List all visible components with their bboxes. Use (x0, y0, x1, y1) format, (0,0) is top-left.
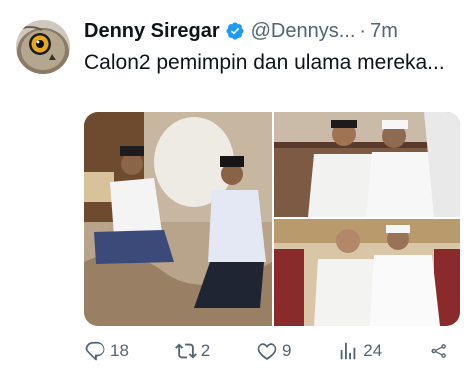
views-count: 24 (363, 341, 383, 360)
tweet-media-grid (84, 112, 460, 326)
media-photo-3[interactable] (274, 219, 460, 326)
retweet-icon (174, 343, 197, 359)
verified-badge-icon (225, 21, 245, 41)
share-icon (431, 344, 446, 358)
like-button[interactable]: 9 (256, 340, 291, 362)
author-handle[interactable]: @Dennys... (251, 20, 356, 43)
reply-button[interactable]: 18 (84, 340, 129, 362)
retweet-button[interactable]: 2 (174, 340, 211, 362)
tweet-header: Denny Siregar @Dennys... · 7m (84, 16, 460, 46)
author-avatar[interactable] (16, 20, 70, 74)
author-display-name[interactable]: Denny Siregar (84, 20, 220, 43)
views-chart-icon (340, 342, 356, 360)
tweet-text: Calon2 pemimpin dan ulama mereka... (84, 51, 445, 74)
heart-icon (257, 343, 277, 360)
retweet-count: 2 (200, 341, 211, 360)
reply-icon (85, 341, 105, 361)
owl-avatar-icon (16, 20, 70, 74)
tweet-timestamp[interactable]: 7m (370, 20, 398, 43)
views-button[interactable]: 24 (337, 340, 382, 362)
tweet-actions: 18 2 9 24 (84, 336, 454, 366)
reply-count: 18 (110, 341, 129, 360)
share-button[interactable] (428, 340, 454, 362)
media-photo-2[interactable] (274, 112, 460, 217)
media-photo-1[interactable] (84, 112, 272, 326)
header-separator: · (359, 19, 367, 42)
like-count: 9 (281, 341, 292, 360)
